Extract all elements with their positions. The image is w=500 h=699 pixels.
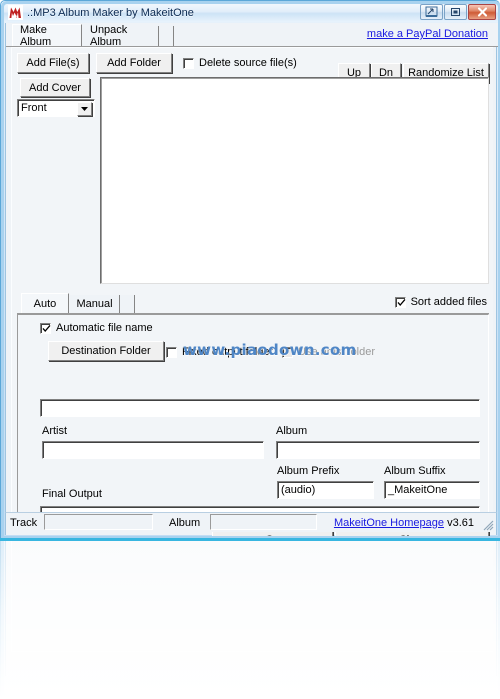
add-folder-label: Add Folder xyxy=(107,57,161,69)
track-progress-field xyxy=(44,514,153,530)
add-cover-button[interactable]: Add Cover xyxy=(20,78,90,97)
add-folder-button[interactable]: Add Folder xyxy=(96,53,172,73)
tab-unpack-album-label: Unpack Album xyxy=(90,24,128,48)
track-label: Track xyxy=(10,517,38,529)
client-area: Make Album Unpack Album make a PayPal Do… xyxy=(5,23,498,549)
svg-text:♪: ♪ xyxy=(16,14,19,20)
tab-strip-end xyxy=(159,26,174,46)
homepage-link[interactable]: MakeitOne Homepage xyxy=(334,517,444,529)
minimize-button[interactable] xyxy=(420,4,443,20)
window-title: .:MP3 Album Maker by MakeitOne xyxy=(27,6,194,19)
album-input[interactable] xyxy=(276,441,480,459)
paypal-donation-link[interactable]: make a PayPal Donation xyxy=(367,28,488,40)
automatic-file-name-box xyxy=(40,322,51,334)
automatic-file-name-label: Automatic file name xyxy=(56,322,153,334)
add-files-label: Add File(s) xyxy=(26,57,80,69)
cover-position-value: Front xyxy=(21,102,47,114)
destination-folder-label: Destination Folder xyxy=(61,345,151,357)
sort-added-files-checkbox[interactable]: Sort added files xyxy=(394,296,487,308)
destination-path-input[interactable] xyxy=(40,399,480,417)
resize-grip[interactable] xyxy=(482,519,494,531)
tab-make-album[interactable]: Make Album xyxy=(12,23,82,48)
cover-position-select[interactable]: Front xyxy=(17,99,95,117)
artist-label: Artist xyxy=(42,425,68,437)
destination-folder-button[interactable]: Destination Folder xyxy=(48,341,164,361)
tab-auto[interactable]: Auto xyxy=(21,293,69,313)
mode-tab-strip: Auto Manual Sort added files xyxy=(17,292,489,314)
artist-input[interactable] xyxy=(42,441,264,459)
album-label: Album xyxy=(276,425,308,437)
sort-added-files-box xyxy=(394,296,406,308)
fixed-output-folder-box xyxy=(166,346,177,358)
album-prefix-input[interactable]: (audio) xyxy=(277,481,374,499)
tab-manual-label: Manual xyxy=(76,298,113,310)
window-reflection: Artist Album Album Prefix (audio) Album … xyxy=(0,538,500,699)
application-window: ♪ .:MP3 Album Maker by MakeitOne Make Al… xyxy=(0,0,500,549)
reflection-page: Artist Album Album Prefix (audio) Album … xyxy=(11,538,493,652)
album-suffix-value: _MakeitOne xyxy=(388,484,448,496)
delete-source-files-label: Delete source file(s) xyxy=(199,57,297,69)
album-progress-field xyxy=(210,514,317,530)
album-suffix-label: Album Suffix xyxy=(384,465,446,477)
album-prefix-label: Album Prefix xyxy=(277,465,340,477)
add-files-button[interactable]: Add File(s) xyxy=(17,53,89,73)
version-label: v3.61 xyxy=(447,517,474,529)
album-suffix-input[interactable]: _MakeitOne xyxy=(384,481,480,499)
reflection-mirror: Artist Album Album Prefix (audio) Album … xyxy=(0,538,500,699)
make-album-page: Add File(s) Add Folder Delete source fil… xyxy=(11,47,493,549)
add-cover-label: Add Cover xyxy=(29,81,81,94)
close-button[interactable] xyxy=(468,4,496,20)
app-icon[interactable]: ♪ xyxy=(8,5,23,20)
chevron-down-icon[interactable] xyxy=(77,102,92,116)
automatic-file-name-checkbox[interactable]: Automatic file name xyxy=(40,322,153,334)
tab-auto-label: Auto xyxy=(33,297,57,310)
album-status-label: Album xyxy=(169,517,201,529)
file-list[interactable] xyxy=(100,77,489,284)
tab-unpack-album[interactable]: Unpack Album xyxy=(83,24,159,48)
album-prefix-value: (audio) xyxy=(281,484,316,496)
delete-source-files-box xyxy=(183,57,194,69)
delete-source-files-checkbox[interactable]: Delete source file(s) xyxy=(183,57,297,69)
title-bar[interactable]: ♪ .:MP3 Album Maker by MakeitOne xyxy=(4,3,498,22)
reflection-client-area: Artist Album Album Prefix (audio) Album … xyxy=(5,538,497,676)
final-output-label: Final Output xyxy=(42,488,102,500)
maximize-button[interactable] xyxy=(444,4,467,20)
watermark-text: www.piaodown.com xyxy=(183,341,357,359)
tab-make-album-label: Make Album xyxy=(20,23,52,48)
caption-button-group xyxy=(420,4,496,20)
tab-manual[interactable]: Manual xyxy=(70,295,120,313)
reflection-edge-line xyxy=(0,538,500,541)
status-bar: Track Album MakeitOne Homepage v3.61 xyxy=(5,512,497,532)
mode-tab-end xyxy=(120,295,135,313)
sort-added-files-label: Sort added files xyxy=(410,296,487,308)
main-tab-strip: Make Album Unpack Album make a PayPal Do… xyxy=(6,23,498,48)
